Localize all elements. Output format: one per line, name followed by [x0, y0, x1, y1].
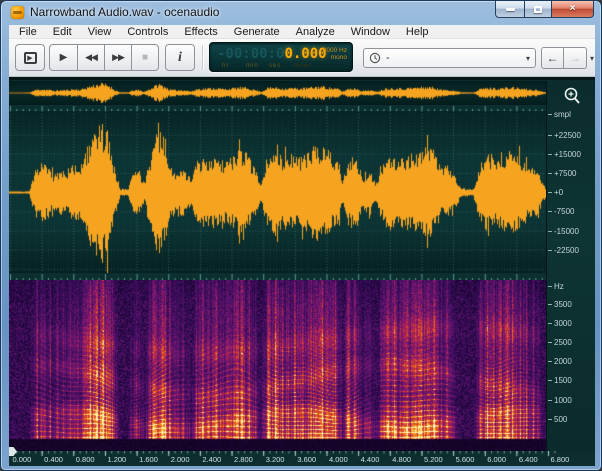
toolbar: ▶ ▶ ◀◀ ▶▶ ■ i -00:00:00.000 hr min sec m…: [9, 39, 595, 77]
menu-item-effects[interactable]: Effects: [176, 25, 225, 39]
menu-bar: FileEditViewControlsEffectsGenerateAnaly…: [9, 25, 595, 39]
zoom-button[interactable]: [559, 85, 585, 107]
forward-button[interactable]: ▶▶: [104, 44, 132, 71]
time-tick-label: 2.400: [202, 455, 221, 464]
time-tick-label: 0.000: [13, 455, 32, 464]
time-tick-label: 6.400: [519, 455, 538, 464]
frequency-tick-label: 1000: [554, 396, 572, 405]
time-tick-label: 2.800: [234, 455, 253, 464]
back-arrow-icon: ←: [547, 51, 559, 65]
rewind-icon: ◀◀: [85, 52, 97, 63]
amplitude-tick-label: +15000: [554, 150, 581, 159]
spectrogram-ruler: [9, 273, 546, 280]
play-in-window-button[interactable]: ▶: [15, 44, 45, 71]
axis-column: smpl +22500 +15000 +7500 +0 -7500 -15000 -2250…: [546, 81, 595, 451]
amplitude-tick-label: -22500: [554, 246, 579, 255]
frequency-tick-label: 3000: [554, 319, 572, 328]
minimize-icon: [506, 8, 515, 11]
info-button[interactable]: i: [165, 44, 195, 71]
forward-nav-button[interactable]: →: [564, 47, 587, 69]
play-button[interactable]: ▶: [49, 44, 78, 71]
frequency-tick-label: 500: [554, 415, 567, 424]
time-tick-label: 5.200: [424, 455, 443, 464]
close-icon: ×: [570, 4, 576, 14]
menu-item-window[interactable]: Window: [343, 25, 398, 39]
rewind-button[interactable]: ◀◀: [77, 44, 105, 71]
app-icon: [11, 6, 24, 19]
time-tick-label: 0.400: [44, 455, 63, 464]
menu-item-file[interactable]: File: [11, 25, 45, 39]
toolbar-separator: [202, 45, 203, 70]
minimize-button[interactable]: [495, 1, 524, 18]
combo-caret-icon: ▾: [526, 54, 530, 63]
window-title: Narrowband Audio.wav - ocenaudio: [30, 5, 219, 19]
amplitude-axis-unit: smpl: [554, 110, 571, 119]
nav-caret-icon[interactable]: ▾: [590, 54, 594, 63]
title-bar[interactable]: Narrowband Audio.wav - ocenaudio ×: [1, 1, 601, 25]
menu-item-analyze[interactable]: Analyze: [288, 25, 343, 39]
frequency-tick-label: 2000: [554, 357, 572, 366]
sample-rate-label: 8000 Hz mono: [323, 47, 347, 61]
overview-strip[interactable]: [9, 81, 546, 105]
time-tick-label: 4.000: [329, 455, 348, 464]
time-display-dim: -00:00:0: [217, 46, 284, 62]
time-tick-label: 6.000: [487, 455, 506, 464]
time-display-units: hr min sec msec: [210, 63, 352, 71]
menu-item-edit[interactable]: Edit: [45, 25, 80, 39]
frequency-tick-label: 2500: [554, 338, 572, 347]
clock-icon: [369, 52, 381, 64]
menu-item-help[interactable]: Help: [398, 25, 437, 39]
stop-button[interactable]: ■: [131, 44, 159, 71]
frequency-tick-label: 3500: [554, 300, 572, 309]
time-tick-label: 3.200: [266, 455, 285, 464]
time-tick-label: 0.800: [76, 455, 95, 464]
time-tick-label: 3.600: [297, 455, 316, 464]
time-tick-label: 5.600: [456, 455, 475, 464]
app-window: Narrowband Audio.wav - ocenaudio × FileE…: [0, 0, 602, 471]
forward-icon: ▶▶: [112, 52, 124, 63]
selection-combo-value: -: [386, 52, 526, 64]
time-axis: 0.000 0.400 0.800 1.200 1.600 2.000 2.400 2.800…: [9, 451, 595, 466]
stop-icon: ■: [142, 52, 148, 63]
magnifier-icon: [559, 85, 585, 107]
maximize-icon: [534, 6, 542, 13]
editor-area: 0.000 0.400 0.800 1.200 1.600 2.000 2.400 2.800…: [9, 77, 595, 464]
waveform-view[interactable]: [9, 111, 546, 273]
time-tick-label: 4.800: [392, 455, 411, 464]
time-display-value: 0.000: [284, 46, 326, 62]
menu-item-controls[interactable]: Controls: [119, 25, 176, 39]
menu-item-view[interactable]: View: [80, 25, 120, 39]
back-button[interactable]: ←: [541, 47, 564, 69]
amplitude-tick-label: -15000: [554, 227, 579, 236]
amplitude-tick-label: +0: [554, 188, 563, 197]
play-in-window-icon: ▶: [24, 52, 37, 64]
time-tick-label: 1.600: [139, 455, 158, 464]
maximize-button[interactable]: [524, 1, 552, 18]
time-tick-label: 4.400: [361, 455, 380, 464]
amplitude-tick-label: -7500: [554, 207, 574, 216]
time-display: -00:00:00.000 hr min sec msec 8000 Hz mo…: [209, 42, 353, 72]
play-icon: ▶: [60, 52, 68, 63]
selection-combo[interactable]: - ▾: [363, 48, 536, 68]
amplitude-tick-label: +7500: [554, 169, 576, 178]
spectrogram-view[interactable]: [9, 280, 546, 451]
menu-item-generate[interactable]: Generate: [226, 25, 288, 39]
frequency-axis-unit: Hz: [554, 282, 564, 291]
close-button[interactable]: ×: [552, 1, 594, 18]
info-icon: i: [178, 50, 182, 66]
time-tick-label: 6.800: [551, 455, 570, 464]
amplitude-tick-label: +22500: [554, 131, 581, 140]
time-tick-label: 2.000: [171, 455, 190, 464]
frequency-tick-label: 1500: [554, 376, 572, 385]
time-tick-label: 1.200: [107, 455, 126, 464]
forward-arrow-icon: →: [569, 51, 581, 65]
